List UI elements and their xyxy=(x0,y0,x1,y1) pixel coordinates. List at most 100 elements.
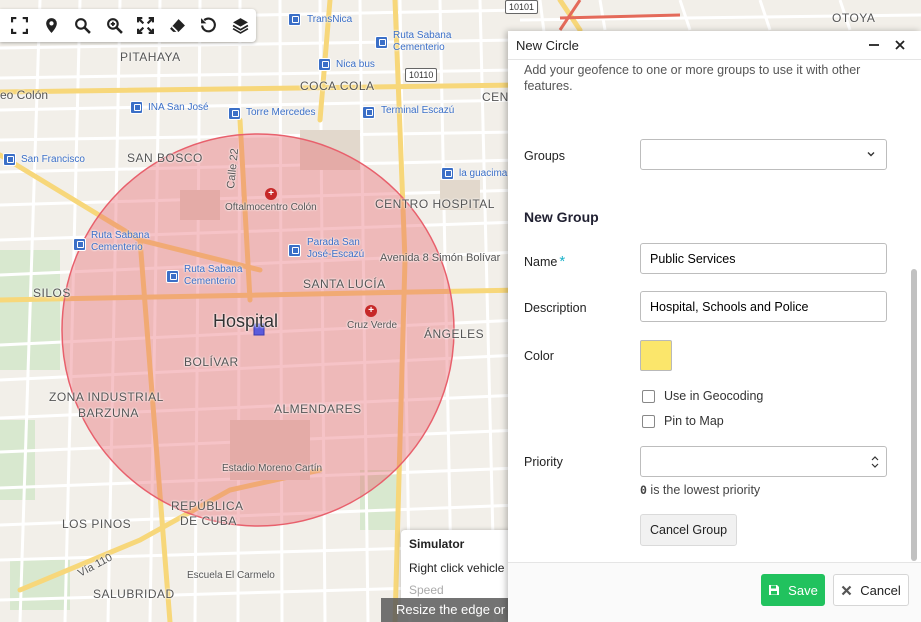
floppy-disk-icon xyxy=(769,585,780,595)
street-label: Avenida 8 Simón Bolívar xyxy=(380,252,501,264)
bus-stop-label: Parada San José-Escazú xyxy=(307,237,365,260)
edit-hint: Resize the edge or move the circle xyxy=(381,598,516,622)
save-button[interactable]: Save xyxy=(761,574,825,606)
required-marker: * xyxy=(559,253,566,270)
priority-input[interactable] xyxy=(650,447,877,476)
bus-stop-icon xyxy=(288,244,301,257)
area-label: eo Colón xyxy=(0,88,49,102)
name-label-text: Name xyxy=(524,255,558,269)
pin-to-map-label[interactable]: Pin to Map xyxy=(664,414,724,428)
priority-hint-code: 0 xyxy=(640,483,647,497)
bus-stop-icon xyxy=(362,106,375,119)
area-label: DE CUBA xyxy=(180,514,237,528)
bus-stop-icon xyxy=(3,153,16,166)
fullscreen-icon[interactable] xyxy=(4,10,36,42)
bus-stop-icon xyxy=(73,238,86,251)
bus-stop-label: Ruta Sabana Cementerio xyxy=(184,264,243,287)
area-label: BARZUNA xyxy=(78,406,139,420)
chevron-down-icon xyxy=(867,152,875,157)
bus-stop-icon xyxy=(130,101,143,114)
bus-stop-icon xyxy=(288,13,301,26)
poi-label: Estadio Moreno Cartín xyxy=(222,463,323,474)
poi-label: Oftalmocentro Colón xyxy=(225,202,317,213)
save-label: Save xyxy=(788,582,818,598)
area-label: LOS PINOS xyxy=(62,517,132,531)
hospital-icon: + xyxy=(365,305,377,317)
area-label: SAN BOSCO xyxy=(127,151,203,165)
bus-stop-icon xyxy=(228,107,241,120)
area-label: CENTRO HOSPITAL xyxy=(375,197,495,211)
bus-stop-label: INA San José xyxy=(148,102,209,113)
priority-field[interactable] xyxy=(640,446,887,477)
bus-stop-icon xyxy=(441,167,454,180)
simulator-title: Simulator xyxy=(409,537,465,551)
bus-stop-icon xyxy=(375,36,388,49)
bus-stop-label: Terminal Escazú xyxy=(381,105,455,116)
map-toolbar xyxy=(0,9,256,42)
close-icon[interactable] xyxy=(887,33,913,57)
panel-body[interactable]: Add your geofence to one or more groups … xyxy=(508,61,907,561)
priority-hint-text: is the lowest priority xyxy=(650,483,761,497)
area-label: BOLÍVAR xyxy=(184,355,239,369)
groups-label: Groups xyxy=(524,149,565,163)
bus-stop-label: la guacima xyxy=(459,168,508,179)
scrollbar-thumb[interactable] xyxy=(911,269,917,561)
panel-scrollbar[interactable] xyxy=(907,61,921,593)
search-icon[interactable] xyxy=(67,10,99,42)
priority-hint: 0 is the lowest priority xyxy=(640,483,760,497)
name-input[interactable] xyxy=(650,244,877,273)
bus-stop-label: Nica bus xyxy=(336,59,375,70)
color-swatch[interactable] xyxy=(640,340,672,371)
eraser-icon[interactable] xyxy=(162,10,194,42)
hospital-label: Hospital xyxy=(213,311,279,331)
close-icon xyxy=(841,585,852,595)
minimize-icon[interactable] xyxy=(861,33,887,57)
area-label: OTOYA xyxy=(832,11,876,25)
simulator-speed-label: Speed xyxy=(409,583,444,597)
bus-stop-label: Ruta Sabana Cementerio xyxy=(393,30,452,53)
layers-icon[interactable] xyxy=(225,10,257,42)
poi-label: Escuela El Carmelo xyxy=(187,570,275,581)
use-geocoding-checkbox[interactable] xyxy=(642,390,655,403)
area-label: REPÚBLICA xyxy=(171,499,244,513)
use-geocoding-label[interactable]: Use in Geocoding xyxy=(664,389,763,403)
bus-stop-label: Ruta Sabana Cementerio xyxy=(91,230,150,253)
area-label: SILOS xyxy=(33,286,71,300)
area-label: SANTA LUCÍA xyxy=(303,277,386,291)
panel-title: New Circle xyxy=(516,37,579,53)
area-label: ÁNGELES xyxy=(424,327,485,341)
fit-bounds-icon[interactable] xyxy=(130,10,162,42)
priority-label: Priority xyxy=(524,455,563,469)
pin-to-map-checkbox[interactable] xyxy=(642,415,655,428)
name-label: Name * xyxy=(524,253,565,270)
description-input[interactable] xyxy=(650,292,877,321)
bus-stop-icon xyxy=(166,270,179,283)
cancel-group-button[interactable]: Cancel Group xyxy=(640,514,738,546)
description-label: Description xyxy=(524,301,587,315)
section-title: New Group xyxy=(524,209,599,225)
color-label: Color xyxy=(524,349,554,363)
zoom-in-icon[interactable] xyxy=(99,10,131,42)
area-label: ZONA INDUSTRIAL xyxy=(49,390,164,404)
cancel-button[interactable]: Cancel xyxy=(833,574,909,606)
panel-footer: Save Cancel xyxy=(508,562,921,622)
road-number-10110: 10110 xyxy=(405,68,438,82)
area-label: CEN xyxy=(482,90,509,104)
undo-icon[interactable] xyxy=(193,10,225,42)
area-label: COCA COLA xyxy=(300,79,375,93)
simulator-description: Right click vehicle xyxy=(409,561,505,575)
description-field[interactable] xyxy=(640,291,887,322)
area-label: SALUBRIDAD xyxy=(93,587,175,601)
hospital-icon: + xyxy=(265,188,277,200)
bus-stop-icon xyxy=(318,58,331,71)
road-number-10101: 10101 xyxy=(505,0,539,14)
groups-select[interactable] xyxy=(640,139,887,170)
stepper-icon[interactable] xyxy=(870,453,880,471)
panel-description: Add your geofence to one or more groups … xyxy=(524,63,861,93)
marker-icon[interactable] xyxy=(36,10,68,42)
area-label: PITAHAYA xyxy=(120,50,181,64)
new-circle-panel: New Circle Add your geofence to one or m… xyxy=(508,31,921,622)
name-field[interactable] xyxy=(640,243,887,274)
bus-stop-label: Torre Mercedes xyxy=(246,107,316,118)
panel-header: New Circle xyxy=(508,31,921,60)
